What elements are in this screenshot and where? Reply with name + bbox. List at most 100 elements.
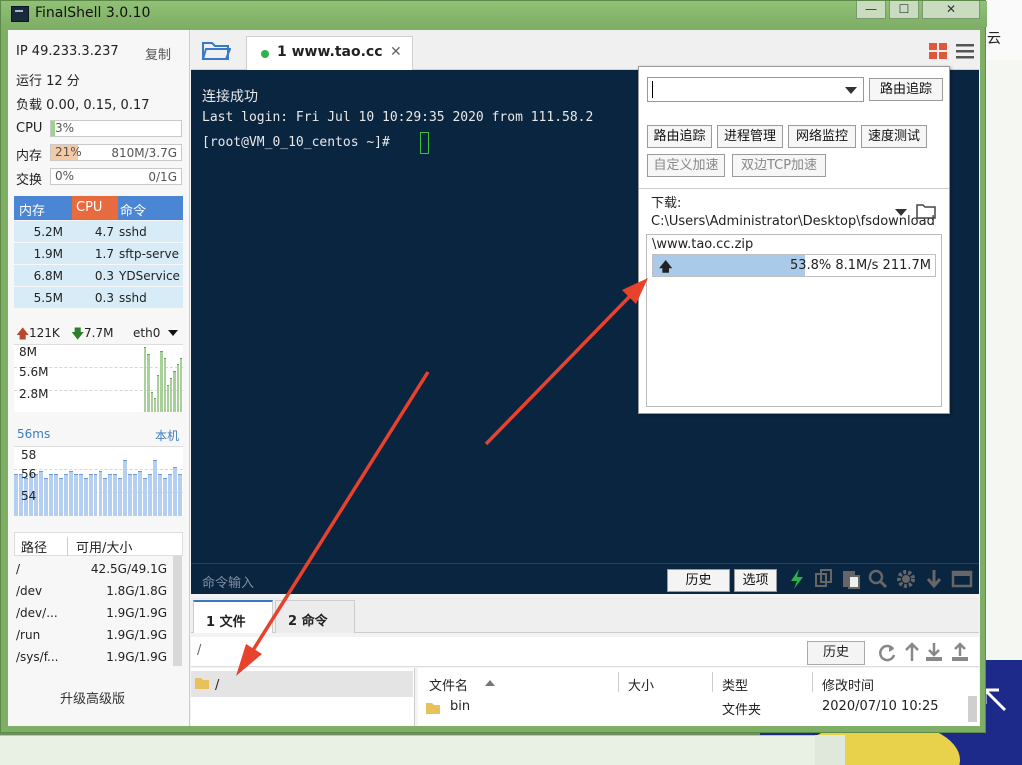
process-col-cpu[interactable]: CPU (72, 196, 118, 220)
files-tab[interactable]: 1 文件 (193, 600, 273, 633)
file-type: 文件夹 (722, 703, 762, 718)
network-monitor-button[interactable]: 网络监控 (788, 125, 856, 148)
session-tab[interactable]: 1 www.tao.cc ✕ (246, 36, 413, 70)
process-table-header: 内存 CPU 命令 (14, 196, 183, 220)
remote-path-input[interactable]: / (197, 643, 201, 658)
disk-table-header: 路径 可用/大小 (14, 532, 183, 556)
open-folder-icon[interactable] (916, 202, 936, 220)
graph-bar (43, 477, 48, 516)
custom-accel-button[interactable]: 自定义加速 (647, 154, 725, 177)
latency-y-label-2: 56 (21, 467, 37, 481)
graph-bar (98, 470, 103, 516)
graph-bar (73, 474, 78, 516)
paste-icon[interactable] (840, 568, 862, 590)
close-tab-icon[interactable]: ✕ (390, 44, 402, 60)
disk-row[interactable]: /sys/f... 1.9G/1.9G (14, 646, 183, 668)
disk-path: / (16, 562, 21, 576)
download-arrow-icon[interactable] (923, 568, 945, 590)
file-list-scrollbar[interactable] (968, 696, 977, 722)
chevron-down-icon[interactable] (895, 209, 907, 216)
swap-usage-bar: 0% 0/1G (50, 168, 182, 185)
chevron-down-icon[interactable] (845, 87, 857, 94)
close-button[interactable]: ✕ (922, 1, 980, 19)
file-mtime: 2020/07/10 10:25 (822, 699, 939, 714)
upload-file-icon[interactable] (950, 641, 970, 663)
download-file-icon[interactable] (924, 641, 944, 663)
lightning-icon[interactable] (786, 568, 808, 590)
latency-host-select[interactable]: 本机 (155, 427, 179, 444)
gear-icon[interactable] (895, 568, 917, 590)
disk-size: 1.9G/1.9G (106, 628, 167, 642)
file-list: 文件名 大小 类型 修改时间 bin 文件夹 2020/07/10 10:25 (418, 668, 979, 726)
history-button[interactable]: 历史 (667, 569, 730, 592)
server-ip: IP 49.233.3.237 (16, 44, 119, 59)
net-interface-select[interactable]: eth0 (133, 326, 160, 340)
disk-col-size[interactable]: 可用/大小 (67, 537, 132, 556)
graph-bar (179, 357, 182, 412)
layout-grid-icon[interactable] (928, 42, 948, 60)
mem-usage-bar: 21% 810M/3.7G (50, 144, 182, 161)
disk-path: /run (16, 628, 41, 642)
disk-row[interactable]: /dev 1.8G/1.8G (14, 580, 183, 602)
title-bar[interactable]: FinalShell 3.0.10 — ☐ ✕ (1, 1, 987, 27)
col-type[interactable]: 类型 (722, 675, 748, 694)
process-row[interactable]: 1.9M 1.7 sftp-serve (14, 243, 183, 265)
open-folder-icon[interactable] (201, 38, 231, 62)
graph-bar (108, 474, 113, 516)
process-col-mem[interactable]: 内存 (19, 200, 45, 219)
up-directory-icon[interactable] (902, 641, 922, 663)
route-trace-button[interactable]: 路由追踪 (647, 125, 712, 148)
graph-bar (118, 477, 123, 516)
upgrade-link[interactable]: 升级高级版 (60, 688, 125, 707)
transfer-progress-text: 53.8% 8.1M/s 211.7M (789, 258, 931, 273)
menu-icon[interactable] (955, 42, 975, 60)
maximize-button[interactable]: ☐ (889, 1, 919, 19)
process-row[interactable]: 5.2M 4.7 sshd (14, 221, 183, 243)
commands-tab[interactable]: 2 命令 (275, 600, 355, 633)
copy-icon[interactable] (813, 568, 835, 590)
disk-row[interactable]: /dev/... 1.9G/1.9G (14, 602, 183, 624)
col-size[interactable]: 大小 (628, 675, 654, 694)
command-input[interactable]: 命令输入 (202, 572, 254, 591)
search-icon[interactable] (867, 568, 889, 590)
tree-root-item[interactable]: / (191, 671, 413, 697)
copy-ip-button[interactable]: 复制 (145, 44, 171, 63)
disk-path: /dev (16, 584, 43, 598)
graph-bar (83, 477, 88, 516)
disk-size: 42.5G/49.1G (90, 562, 167, 576)
minimize-button[interactable]: — (856, 1, 886, 19)
disk-row[interactable]: / 42.5G/49.1G (14, 558, 183, 580)
disk-scrollbar[interactable] (173, 556, 182, 666)
file-row[interactable]: bin 文件夹 2020/07/10 10:25 (418, 696, 966, 720)
graph-bar (173, 467, 178, 516)
process-manager-button[interactable]: 进程管理 (717, 125, 783, 148)
download-path: 下载: C:\Users\Administrator\Desktop\fsdow… (651, 196, 935, 229)
route-trace-go-button[interactable]: 路由追踪 (869, 78, 943, 101)
process-cmd: YDService (119, 269, 180, 283)
path-history-button[interactable]: 历史 (807, 641, 865, 665)
graph-bar (103, 477, 108, 516)
col-mtime[interactable]: 修改时间 (822, 675, 874, 694)
dual-tcp-accel-button[interactable]: 双边TCP加速 (732, 154, 826, 177)
speed-test-button[interactable]: 速度测试 (861, 125, 927, 148)
net-down-value: 7.7M (84, 326, 114, 340)
disk-row[interactable]: /run 1.9G/1.9G (14, 624, 183, 646)
process-row[interactable]: 6.8M 0.3 YDService (14, 265, 183, 287)
files-tab-label: 1 文件 (206, 615, 246, 630)
mem-usage-value: 21% (55, 145, 82, 159)
refresh-icon[interactable] (877, 641, 897, 663)
disk-col-path[interactable]: 路径 (21, 537, 47, 556)
chevron-down-icon[interactable] (168, 330, 178, 336)
col-name[interactable]: 文件名 (429, 675, 468, 694)
tree-root-label: / (215, 678, 220, 693)
fullscreen-icon[interactable] (951, 568, 973, 590)
process-row[interactable]: 5.5M 0.3 sshd (14, 287, 183, 309)
graph-bar (68, 470, 73, 516)
cpu-usage-bar: 3% (50, 120, 182, 137)
latency-value: 56ms (17, 427, 51, 441)
folder-icon (426, 703, 440, 714)
options-button[interactable]: 选项 (734, 569, 777, 592)
process-col-cmd[interactable]: 命令 (120, 200, 146, 219)
route-host-combo[interactable] (647, 77, 864, 102)
graph-bar (166, 384, 169, 412)
